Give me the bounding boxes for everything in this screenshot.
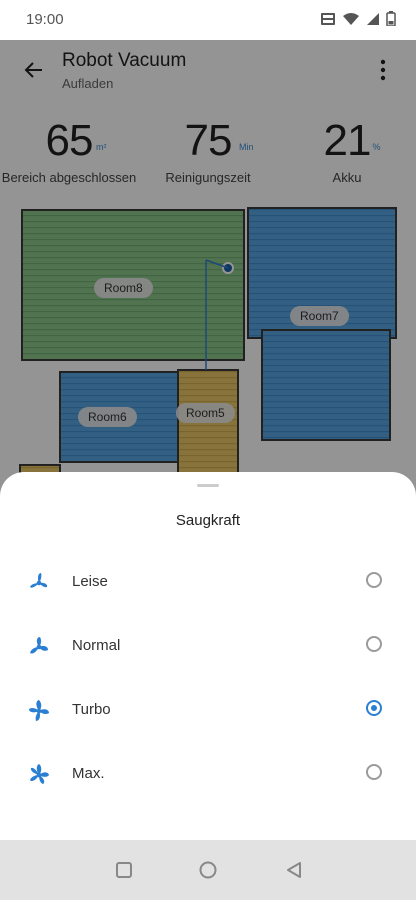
option-normal-radio[interactable] (366, 636, 382, 652)
option-max[interactable]: Max. (0, 742, 416, 806)
option-leise-radio[interactable] (366, 572, 382, 588)
status-time: 19:00 (26, 11, 64, 28)
option-turbo[interactable]: Turbo (0, 678, 416, 742)
back-button[interactable] (282, 858, 306, 882)
option-turbo-radio[interactable] (366, 700, 382, 716)
volte-icon (321, 12, 335, 25)
fan-max-icon (30, 764, 49, 784)
sheet-title: Saugkraft (175, 512, 241, 529)
fan-quiet-icon (30, 573, 48, 588)
option-max-label: Max. (72, 765, 105, 782)
sheet-drag-handle[interactable] (197, 484, 219, 487)
recents-button[interactable] (112, 858, 136, 882)
option-leise-label: Leise (72, 573, 108, 590)
option-normal[interactable]: Normal (0, 614, 416, 678)
fan-turbo-icon (29, 700, 49, 721)
signal-icon (367, 12, 379, 25)
system-navbar (0, 840, 416, 900)
option-max-radio[interactable] (366, 764, 382, 780)
option-turbo-label: Turbo (72, 701, 111, 718)
home-button[interactable] (196, 858, 220, 882)
status-icons (320, 11, 396, 26)
battery-icon (386, 11, 396, 26)
fan-normal-icon (30, 637, 48, 654)
status-bar: 19:00 (0, 0, 416, 40)
wifi-icon (343, 12, 359, 25)
option-normal-label: Normal (72, 637, 121, 654)
option-leise[interactable]: Leise (0, 550, 416, 614)
suction-power-sheet: Saugkraft Leise Normal Turbo Max. (0, 472, 416, 840)
